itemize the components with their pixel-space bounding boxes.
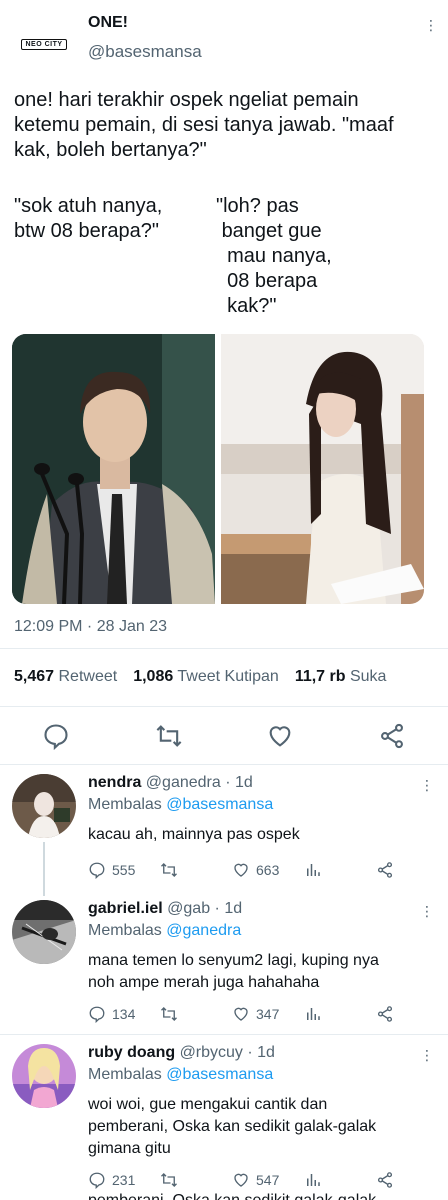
analytics-icon (307, 864, 320, 876)
tweet-quote-right: "loh? pas banget gue mau nanya, 08 berap… (216, 195, 332, 317)
reply-count[interactable]: 231 (88, 1168, 135, 1192)
retweet-button[interactable] (160, 1168, 178, 1192)
share-button[interactable] (376, 1168, 394, 1192)
reply-count[interactable]: 555 (88, 858, 135, 882)
share-icon (377, 862, 393, 878)
tweet-timestamp[interactable]: 12:09 PM · 28 Jan 23 (14, 618, 167, 636)
replying-to-handle[interactable]: @ganedra (166, 922, 241, 939)
reply-avatar[interactable] (12, 900, 76, 964)
reply-item[interactable]: nendra @ganedra · 1d ⋮ Membalas @basesma… (0, 774, 448, 890)
reply-item[interactable]: gabriel.iel @gab · 1d ⋮ Membalas @ganedr… (0, 900, 448, 1028)
author-avatar[interactable]: NEO CITY (14, 14, 74, 74)
reply-icon (89, 862, 105, 879)
tweet-quote-left: "sok atuh nanya, btw 08 berapa?" (14, 195, 163, 242)
divider (0, 1034, 448, 1035)
reply-icon (89, 1006, 105, 1023)
share-button[interactable] (376, 858, 394, 882)
reply-icon (89, 1172, 105, 1189)
photo-right[interactable] (221, 334, 424, 604)
analytics-icon (307, 1174, 320, 1186)
analytics-button[interactable] (304, 1002, 322, 1026)
tweet-body: one! hari terakhir ospek ngeliat pemain … (14, 89, 394, 161)
quote-stat[interactable]: 1,086 Tweet Kutipan (133, 668, 279, 686)
author-name[interactable]: ONE! (88, 14, 128, 32)
tweet-header: NEO CITY ONE! @basesmansa ⋮ (0, 0, 448, 80)
cut-off-text: pemberani, Oska kan sedikit galak-galak (88, 1192, 376, 1200)
like-count[interactable]: 547 (232, 1168, 279, 1192)
reply-author[interactable]: ruby doang @rbycuy · 1d (88, 1044, 275, 1062)
analytics-icon (307, 1008, 320, 1020)
reply-text: mana temen lo senyum2 lagi, kuping nya n… (88, 952, 379, 991)
photo-left[interactable] (12, 334, 215, 604)
reply-actions: 134 347 (88, 1002, 408, 1026)
reply-icon[interactable] (42, 722, 70, 750)
reply-avatar[interactable] (12, 774, 76, 838)
share-icon (377, 1006, 393, 1022)
like-icon (234, 1007, 248, 1021)
more-options-icon[interactable]: ⋮ (420, 778, 434, 792)
replying-to: Membalas @basesmansa (88, 796, 274, 813)
reply-text: woi woi, gue mengakui cantik dan pembera… (88, 1096, 377, 1157)
like-count[interactable]: 347 (232, 1002, 279, 1026)
replying-to-handle[interactable]: @basesmansa (166, 796, 273, 813)
replying-to: Membalas @ganedra (88, 922, 242, 939)
reply-author[interactable]: nendra @ganedra · 1d (88, 774, 253, 792)
neo-city-logo: NEO CITY (21, 38, 67, 50)
retweet-button[interactable] (160, 858, 178, 882)
replying-to-handle[interactable]: @basesmansa (166, 1066, 273, 1083)
reply-actions: 231 547 (88, 1168, 408, 1192)
replying-to: Membalas @basesmansa (88, 1066, 274, 1083)
like-count[interactable]: 663 (232, 858, 279, 882)
divider (0, 706, 448, 707)
retweet-icon (161, 863, 177, 877)
like-icon (234, 1173, 248, 1187)
share-icon (377, 1172, 393, 1188)
like-stat[interactable]: 11,7 rb Suka (295, 668, 387, 686)
like-icon (234, 863, 248, 877)
author-handle[interactable]: @basesmansa (88, 42, 202, 62)
reply-actions: 555 663 (88, 858, 408, 882)
more-options-icon[interactable]: ⋮ (420, 1048, 434, 1062)
like-icon[interactable] (266, 722, 294, 750)
retweet-icon (161, 1173, 177, 1187)
more-options-icon[interactable]: ⋮ (424, 18, 438, 32)
reply-text: kacau ah, mainnya pas ospek (88, 826, 300, 843)
tweet-stats: 5,467 Retweet 1,086 Tweet Kutipan 11,7 r… (14, 668, 386, 686)
divider (0, 764, 448, 765)
retweet-stat[interactable]: 5,467 Retweet (14, 668, 117, 686)
reply-author[interactable]: gabriel.iel @gab · 1d (88, 900, 242, 918)
reply-avatar[interactable] (12, 1044, 76, 1108)
more-options-icon[interactable]: ⋮ (420, 904, 434, 918)
tweet-media[interactable] (12, 334, 424, 604)
retweet-icon (161, 1007, 177, 1021)
analytics-button[interactable] (304, 858, 322, 882)
analytics-button[interactable] (304, 1168, 322, 1192)
tweet-actions (0, 718, 448, 754)
divider (0, 648, 448, 649)
share-button[interactable] (376, 1002, 394, 1026)
reply-item[interactable]: ruby doang @rbycuy · 1d ⋮ Membalas @base… (0, 1044, 448, 1194)
retweet-button[interactable] (160, 1002, 178, 1026)
reply-count[interactable]: 134 (88, 1002, 135, 1026)
share-icon[interactable] (378, 722, 406, 750)
retweet-icon[interactable] (155, 722, 183, 750)
